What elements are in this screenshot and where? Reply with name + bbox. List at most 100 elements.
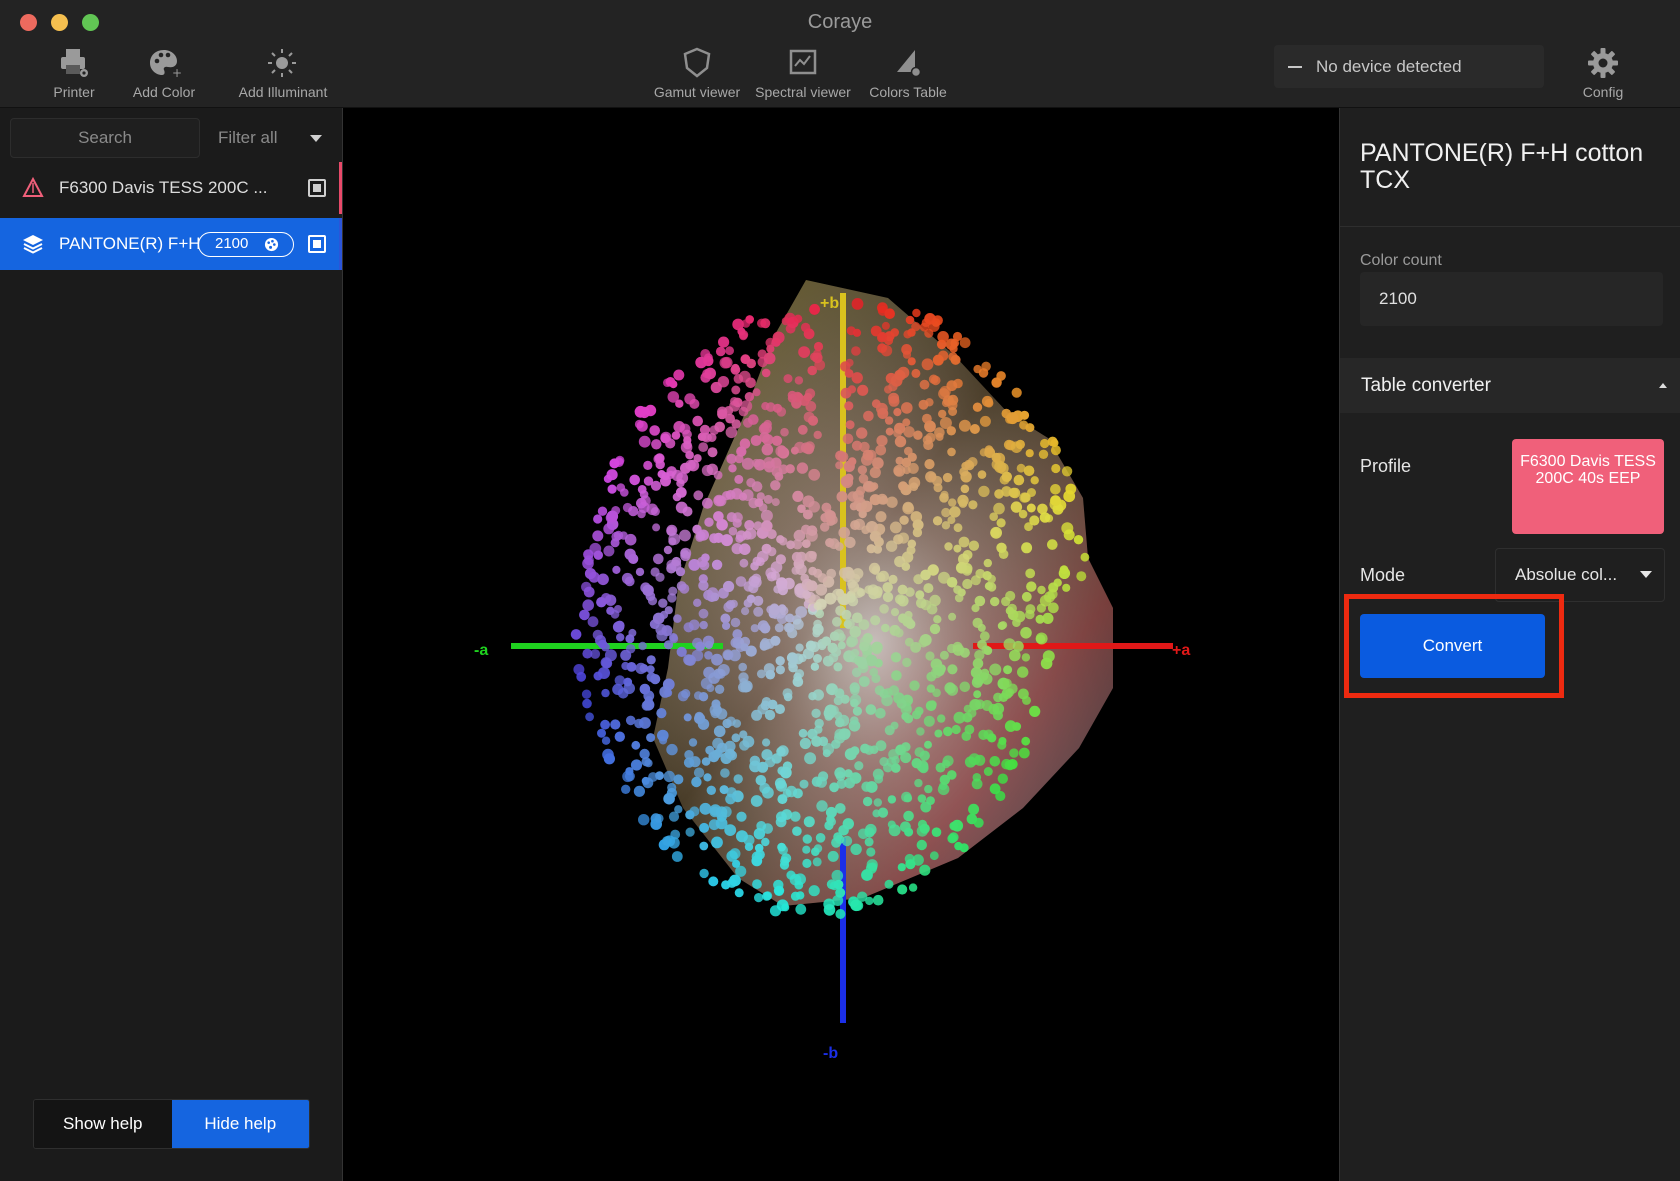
config-button[interactable]: Config [1543,46,1663,100]
add-illuminant-label: Add Illuminant [238,84,328,100]
color-point [671,431,681,440]
color-point [813,341,824,352]
color-point [822,749,831,758]
color-point [671,851,683,862]
color-point [741,457,754,470]
color-point [635,567,645,577]
color-point [947,664,958,675]
color-point [861,525,870,535]
add-illuminant-button[interactable]: Add Illuminant [223,46,343,100]
color-point [704,640,713,650]
color-point [782,761,793,771]
color-point [1001,471,1012,482]
color-point [786,652,798,664]
color-point [803,816,815,828]
convert-button[interactable]: Convert [1360,614,1545,678]
color-point [990,528,1000,538]
color-point [750,795,763,807]
color-point [1050,495,1061,506]
color-point [865,781,878,793]
colors-table-button[interactable]: Colors Table [848,46,968,100]
axis-label-minus-a: -a [474,642,488,659]
color-point [699,620,708,630]
color-point [946,380,958,392]
hide-help-button[interactable]: Hide help [171,1100,309,1148]
color-point [959,337,971,349]
color-point [746,358,756,369]
color-point [676,646,687,658]
device-status[interactable]: No device detected [1274,45,1544,88]
color-point [739,330,749,340]
color-point [878,570,889,582]
show-help-button[interactable]: Show help [34,1100,172,1148]
color-point [794,376,804,385]
color-point [1035,614,1045,624]
color-point [857,891,868,902]
color-point [886,496,898,508]
color-point [699,802,712,815]
color-point [968,540,980,551]
color-point [721,356,733,369]
color-point [973,690,982,699]
color-point [718,336,730,348]
color-point [776,407,787,417]
visibility-checkbox[interactable] [308,179,326,197]
color-point [857,465,868,475]
color-point [831,869,844,882]
color-point [977,470,987,479]
color-point [834,688,845,699]
color-point [1061,522,1074,535]
color-point [866,847,876,857]
color-point [841,476,854,489]
color-point [600,719,610,730]
gamut-viewer-canvas[interactable]: +b -b -a +a [343,108,1339,1181]
color-point [610,719,621,730]
color-point [924,313,936,325]
color-point [923,583,934,594]
color-point [713,532,724,543]
color-point [785,323,796,334]
color-point [714,684,725,694]
color-point [827,642,838,654]
color-point [741,607,750,616]
color-point [820,522,830,532]
color-point [825,510,836,521]
color-point [624,533,637,546]
color-point [829,782,839,793]
color-point [1022,695,1031,705]
color-point [1050,484,1061,495]
gamut-viewer-button[interactable]: Gamut viewer [637,46,757,100]
color-point [621,784,631,794]
color-point [964,724,975,735]
search-input[interactable]: Search [10,118,200,158]
color-point [978,729,989,741]
table-converter-header[interactable]: Table converter [1340,358,1680,413]
filter-dropdown[interactable]: Filter all [200,118,330,158]
color-point [835,461,844,470]
color-point [650,567,660,577]
color-point [1010,441,1023,454]
add-color-button[interactable]: + Add Color [104,46,224,100]
color-count-field: 2100 [1360,272,1663,326]
color-point [710,592,720,602]
color-point [675,399,684,408]
color-point [864,827,875,838]
color-point [728,526,738,536]
color-point [749,760,761,773]
color-point [953,711,966,724]
color-point [692,637,703,649]
visibility-checkbox[interactable] [308,235,326,253]
color-point [876,493,888,505]
spectral-viewer-button[interactable]: Spectral viewer [743,46,863,100]
color-point [802,845,811,854]
color-point [979,448,988,457]
color-point [996,518,1006,528]
profile-select-button[interactable]: F6300 Davis TESS 200C 40s EEP [1512,439,1664,534]
color-point [944,542,953,551]
color-point [934,427,945,438]
list-item-f6300[interactable]: F6300 Davis TESS 200C ... [0,162,342,214]
color-point [840,361,851,372]
color-point [893,408,902,417]
color-point [776,811,787,823]
list-item-pantone[interactable]: PANTONE(R) F+H 2100 [0,218,342,270]
